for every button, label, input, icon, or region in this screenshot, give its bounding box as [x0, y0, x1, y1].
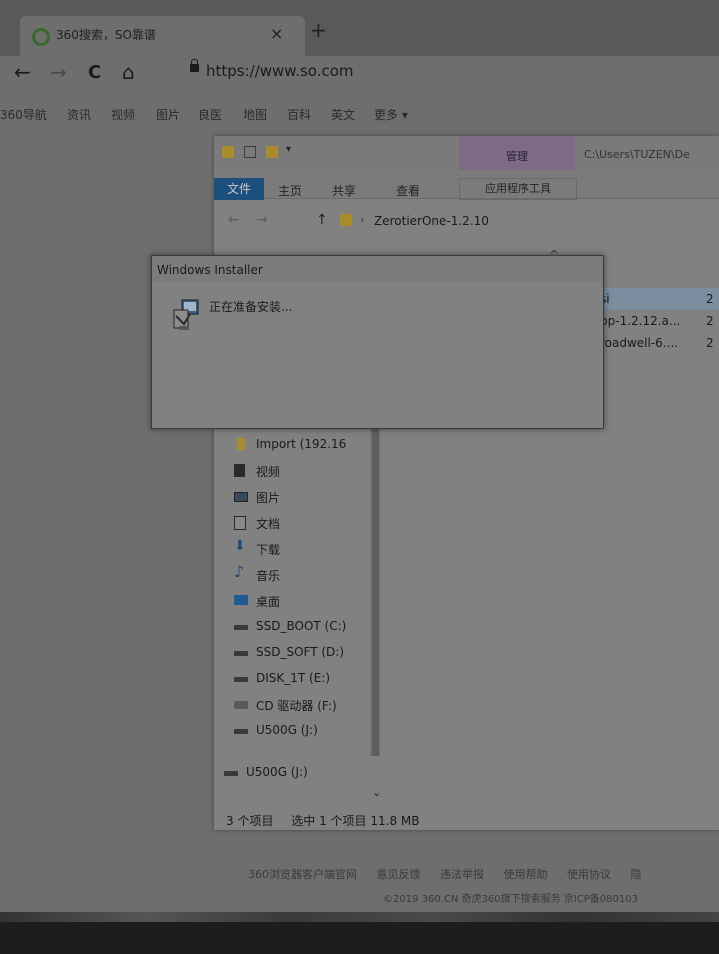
nav-item-label: SSD_BOOT (C:) — [256, 619, 347, 633]
manage-label: 管理 — [506, 150, 528, 163]
link-health[interactable]: 良医 — [198, 106, 222, 123]
installer-title: Windows Installer — [157, 263, 263, 277]
footer-link[interactable]: 意见反馈 — [377, 868, 421, 881]
nav-item-label: 文档 — [256, 517, 281, 531]
nav-item-label: 下载 — [256, 543, 281, 557]
so-links-bar: 360导航 资讯 视频 图片 良医 地图 百科 英文 更多 ▾ — [0, 92, 719, 134]
installer-body: 正在准备安装... — [152, 283, 603, 428]
footer-link[interactable]: 违法举报 — [440, 868, 484, 881]
breadcrumb-separator-icon: › — [360, 213, 365, 226]
installer-icon — [173, 299, 199, 330]
item-count: 3 个项目 — [226, 814, 274, 828]
url-text: https://www.so.com — [206, 62, 354, 80]
file-explorer-window: ▾ 管理 C:\Users\TUZEN\De 文件 主页 共享 查看 应用程序工… — [214, 136, 719, 830]
status-bar: 3 个项目 选中 1 个项目 11.8 MB — [226, 812, 433, 829]
link-news[interactable]: 资讯 — [67, 106, 91, 123]
screen: 360搜索，SO靠谱 × + ← → C ⌂ https://www.so.co… — [0, 0, 719, 954]
nav-item-label: 图片 — [256, 491, 281, 505]
chevron-down-icon[interactable]: ⌄ — [372, 786, 381, 799]
up-button[interactable]: ↑ — [316, 212, 328, 228]
drive-icon — [224, 771, 238, 776]
lock-icon — [190, 59, 199, 72]
link-video[interactable]: 视频 — [111, 106, 135, 123]
breadcrumb-folder[interactable]: ZerotierOne-1.2.10 — [374, 214, 489, 228]
page-footer-links: 360浏览器客户端官网 意见反馈 违法举报 使用帮助 使用协议 隐 — [248, 866, 658, 882]
installer-status-message: 正在准备安装... — [209, 300, 293, 314]
properties-icon[interactable] — [244, 146, 256, 158]
explorer-title-bar: ▾ 管理 C:\Users\TUZEN\De — [214, 136, 719, 170]
nav-item-label: SSD_SOFT (D:) — [256, 645, 345, 659]
drive-icon — [234, 677, 248, 682]
file-date: 2 — [706, 314, 714, 328]
nav-item-label: 视频 — [256, 465, 281, 479]
browser-tab[interactable]: 360搜索，SO靠谱 × — [20, 16, 305, 56]
footer-link[interactable]: 使用帮助 — [504, 868, 548, 881]
folder-icon — [222, 146, 234, 158]
windows-installer-dialog: Windows Installer 正在准备安装... — [151, 255, 604, 429]
customize-quick-access-icon[interactable]: ▾ — [286, 144, 298, 156]
music-icon: ♪ — [234, 562, 245, 581]
link-more[interactable]: 更多 ▾ — [374, 106, 408, 123]
cd-drive-icon — [234, 701, 248, 709]
link-english[interactable]: 英文 — [331, 106, 355, 123]
video-icon — [234, 464, 245, 477]
nav-item-label: DISK_1T (E:) — [256, 671, 331, 685]
installer-title-bar[interactable]: Windows Installer — [152, 256, 603, 282]
nav-item-label: CD 驱动器 (F:) — [256, 699, 337, 713]
folder-icon — [340, 214, 352, 226]
document-icon — [234, 516, 246, 530]
browser-tab-bar: 360搜索，SO靠谱 × + — [0, 0, 719, 56]
explorer-address-bar: ← → ↑ › ZerotierOne-1.2.10 — [214, 208, 719, 234]
picture-icon — [234, 492, 248, 502]
close-tab-icon[interactable]: × — [270, 24, 283, 43]
ribbon-tabs: 文件 主页 共享 查看 应用程序工具 — [214, 170, 719, 200]
new-folder-icon[interactable] — [266, 146, 278, 158]
home-button[interactable]: ⌂ — [122, 60, 135, 84]
360-search-icon — [32, 28, 50, 46]
footer-link[interactable]: 360浏览器客户端官网 — [248, 868, 357, 881]
link-baike[interactable]: 百科 — [287, 106, 311, 123]
nav-item-label: U500G (J:) — [246, 765, 308, 779]
tab-view[interactable]: 查看 — [396, 182, 420, 199]
file-name: pp-1.2.12.a... — [600, 314, 681, 328]
nav-item-label: Import (192.16 — [256, 437, 347, 451]
manage-context-tab[interactable]: 管理 — [459, 136, 575, 170]
window-title-path: C:\Users\TUZEN\De — [584, 148, 690, 161]
tab-title: 360搜索，SO靠谱 — [56, 28, 156, 42]
drive-icon — [234, 729, 248, 734]
file-date: 2 — [706, 292, 714, 306]
network-folder-icon — [237, 438, 245, 450]
back-button[interactable]: ← — [228, 212, 240, 228]
browser-nav-bar: ← → C ⌂ https://www.so.com — [0, 56, 719, 92]
link-360nav[interactable]: 360导航 — [0, 106, 47, 123]
reload-button[interactable]: C — [88, 62, 101, 83]
system-drive-icon — [234, 625, 248, 630]
drive-icon — [234, 651, 248, 656]
tab-file[interactable]: 文件 — [214, 178, 264, 200]
tab-home[interactable]: 主页 — [278, 182, 302, 199]
download-icon: ⬇ — [234, 538, 246, 554]
footer-link[interactable]: 隐 — [631, 868, 642, 881]
file-date: 2 — [706, 336, 714, 350]
navigation-pane: Import (192.16 视频 图片 文档 ⬇ 下载 ♪ 音乐 桌面 SSD… — [214, 416, 374, 806]
nav-item-label: U500G (J:) — [256, 723, 318, 737]
footer-link[interactable]: 使用协议 — [567, 868, 611, 881]
new-tab-button[interactable]: + — [310, 18, 327, 42]
desktop-icon — [234, 595, 248, 605]
back-button[interactable]: ← — [14, 60, 31, 84]
selection-info: 选中 1 个项目 11.8 MB — [291, 814, 420, 828]
file-name: roadwell-6.... — [600, 336, 679, 350]
forward-button[interactable]: → — [256, 212, 268, 228]
footer-copyright: ©2019 360.CN 奇虎360旗下搜索服务 京ICP备080103 — [383, 894, 638, 905]
address-bar[interactable]: https://www.so.com — [190, 59, 710, 86]
forward-button[interactable]: → — [50, 60, 67, 84]
nav-item-label: 桌面 — [256, 595, 281, 609]
link-images[interactable]: 图片 — [156, 106, 180, 123]
link-map[interactable]: 地图 — [243, 106, 267, 123]
tab-app-tools[interactable]: 应用程序工具 — [459, 178, 577, 200]
photo-edge-noise — [0, 912, 719, 922]
nav-item-label: 音乐 — [256, 569, 281, 583]
tab-share[interactable]: 共享 — [332, 182, 356, 199]
